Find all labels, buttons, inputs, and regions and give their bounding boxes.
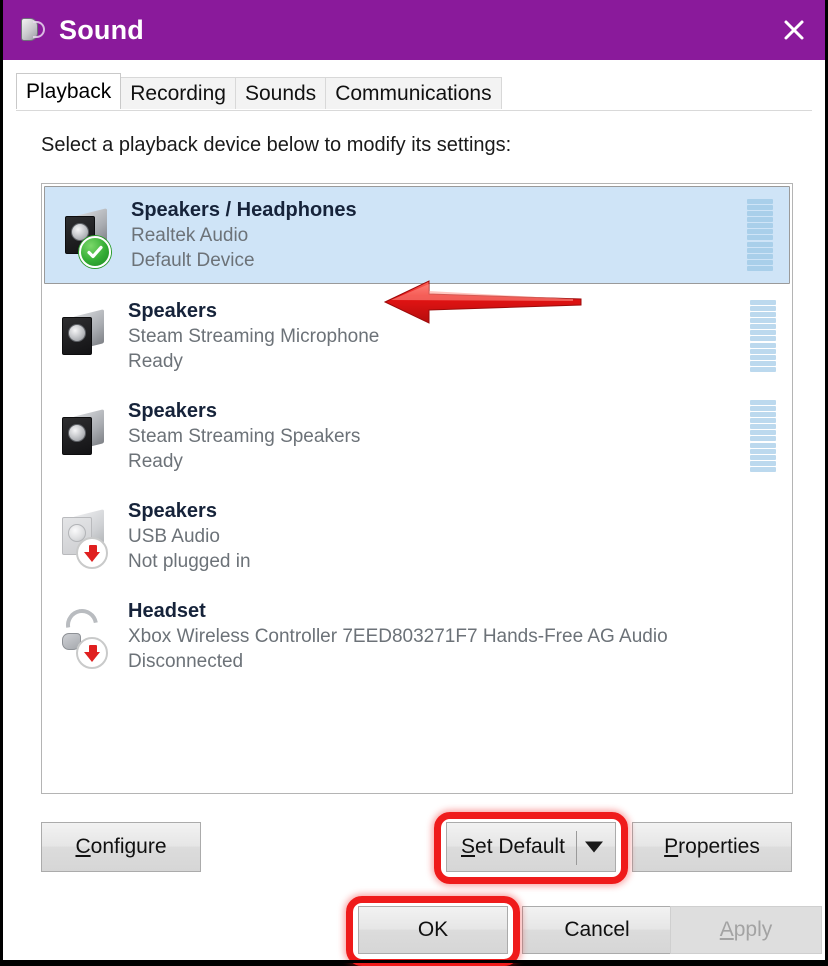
device-status: Default Device: [131, 249, 255, 271]
window-title: Sound: [59, 14, 144, 45]
speaker-icon: [17, 15, 47, 45]
cancel-button-label: Cancel: [564, 918, 630, 941]
configure-button-label: Configure: [75, 835, 167, 858]
tab-playback-label: Playback: [26, 79, 112, 103]
device-driver: Steam Streaming Speakers: [128, 425, 361, 447]
device-row[interactable]: Speakers / Headphones Realtek Audio Defa…: [44, 186, 790, 284]
dialog-buttons: OK Cancel Apply: [3, 898, 825, 963]
green-check-icon: [79, 236, 111, 268]
tab-recording-label: Recording: [130, 81, 226, 105]
tab-sounds-label: Sounds: [244, 81, 317, 105]
tab-communications[interactable]: Communications: [325, 77, 502, 109]
tab-recording[interactable]: Recording: [120, 77, 236, 109]
device-name: Speakers: [128, 499, 217, 522]
device-action-buttons: Configure Set Default Properties: [3, 816, 825, 880]
tab-playback[interactable]: Playback: [16, 73, 122, 109]
set-default-divider: [576, 831, 577, 865]
window-bottom-edge: [3, 960, 828, 963]
volume-meter: [747, 199, 773, 271]
apply-button-label: Apply: [719, 918, 773, 941]
sound-dialog: Sound Playback Recording Sounds Communic…: [0, 0, 828, 966]
apply-button: Apply: [670, 906, 822, 954]
volume-meter: [750, 300, 776, 372]
device-driver: USB Audio: [128, 525, 220, 547]
cancel-button[interactable]: Cancel: [522, 906, 672, 954]
properties-button-label: Properties: [664, 835, 760, 858]
device-status: Disconnected: [128, 650, 244, 672]
red-down-arrow-icon: [76, 637, 108, 669]
volume-meter: [750, 400, 776, 472]
device-text: Speakers Steam Streaming Speakers Ready: [128, 400, 750, 473]
playback-device-list[interactable]: Speakers / Headphones Realtek Audio Defa…: [41, 183, 793, 794]
device-text: Speakers Steam Streaming Microphone Read…: [128, 300, 750, 373]
device-text: Speakers USB Audio Not plugged in: [128, 500, 782, 573]
chevron-down-icon[interactable]: [585, 841, 603, 853]
device-driver: Realtek Audio: [131, 224, 249, 246]
device-driver: Xbox Wireless Controller 7EED803271F7 Ha…: [128, 625, 668, 647]
close-icon[interactable]: [763, 0, 825, 60]
device-row[interactable]: Speakers Steam Streaming Speakers Ready: [42, 386, 792, 486]
speaker-icon: [62, 309, 104, 355]
ok-button[interactable]: OK: [358, 906, 508, 954]
device-text: Speakers / Headphones Realtek Audio Defa…: [131, 199, 747, 272]
set-default-button[interactable]: Set Default: [446, 822, 616, 872]
ok-button-label: OK: [417, 918, 449, 941]
device-name: Headset: [128, 599, 206, 622]
device-icon: [57, 200, 119, 270]
device-icon: [54, 301, 116, 371]
device-text: Headset Xbox Wireless Controller 7EED803…: [128, 600, 782, 673]
device-icon: [54, 601, 116, 671]
device-row[interactable]: Speakers USB Audio Not plugged in: [42, 486, 792, 586]
device-name: Speakers: [128, 399, 217, 422]
tab-strip: Playback Recording Sounds Communications: [16, 73, 502, 109]
device-status: Not plugged in: [128, 550, 251, 572]
dialog-body: Playback Recording Sounds Communications…: [3, 60, 825, 966]
properties-button[interactable]: Properties: [632, 822, 792, 872]
tab-sounds[interactable]: Sounds: [234, 77, 327, 109]
device-row[interactable]: Speakers Steam Streaming Microphone Read…: [42, 286, 792, 386]
speaker-icon: [62, 409, 104, 455]
device-icon: [54, 401, 116, 471]
device-row[interactable]: Headset Xbox Wireless Controller 7EED803…: [42, 586, 792, 686]
title-bar: Sound: [3, 0, 825, 60]
instruction-text: Select a playback device below to modify…: [41, 134, 512, 156]
device-status: Ready: [128, 450, 183, 472]
device-status: Ready: [128, 350, 183, 372]
tab-communications-label: Communications: [335, 81, 492, 105]
device-name: Speakers: [128, 299, 217, 322]
device-driver: Steam Streaming Microphone: [128, 325, 380, 347]
red-down-arrow-icon: [76, 537, 108, 569]
tab-divider: [16, 110, 812, 111]
set-default-button-label: Set Default: [461, 835, 565, 858]
device-icon: [54, 501, 116, 571]
device-name: Speakers / Headphones: [131, 198, 357, 221]
configure-button[interactable]: Configure: [41, 822, 201, 872]
